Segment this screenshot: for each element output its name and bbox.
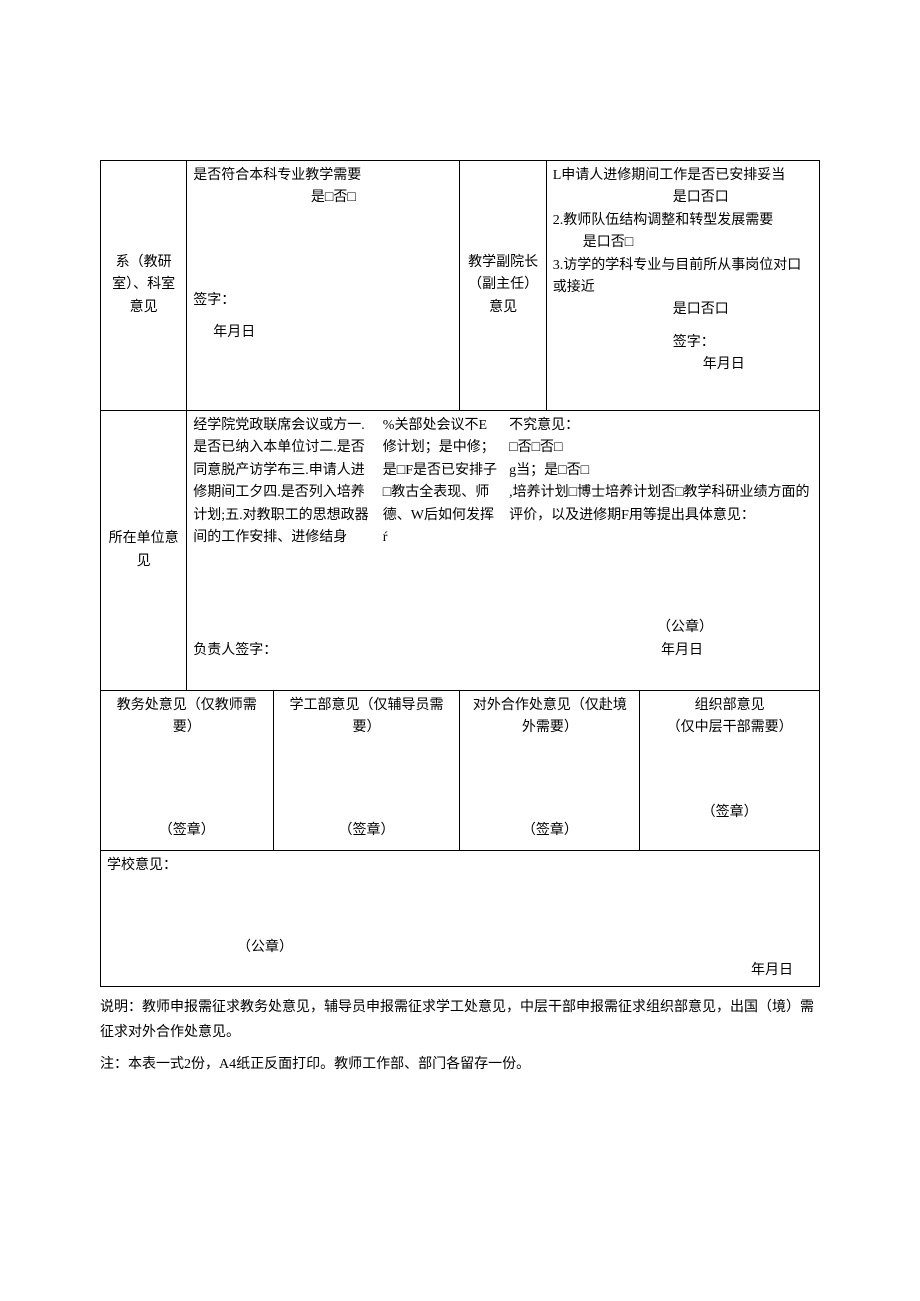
text: 经学院党政联席会议或方一.是否已纳入本单位讨二.是否同意脱产访学布三.申请人进修…: [187, 411, 377, 553]
header: 教务处意见（仅教师需要）: [107, 695, 267, 740]
xuegong-opinion: 学工部意见（仅辅导员需要） （签章）: [273, 691, 460, 851]
footer-explanation: 说明：教师申报需征求教务处意见，辅导员申报需征求学工处意见，中层干部申报需征求组…: [100, 995, 820, 1045]
jiaowu-opinion: 教务处意见（仅教师需要） （签章）: [101, 691, 274, 851]
signature-label: 签字：: [553, 332, 813, 354]
seal-label: （签章）: [646, 802, 813, 824]
table-row: 系（教研室）、科室意见 是否符合本科专业教学需要 是□否□ 签字： 年月日 教学…: [101, 161, 820, 411]
header: 组织部意见 （仅中层干部需要）: [646, 695, 813, 740]
unit-opinion-label: 所在单位意见: [101, 411, 187, 691]
vice-dean-content: L申请人进修期间工作是否已安排妥当 是口否口 2.教师队伍结构调整和转型发展需要…: [546, 161, 819, 411]
text: 是口否□: [553, 232, 813, 254]
table-row: 所在单位意见 经学院党政联席会议或方一.是否已纳入本单位讨二.是否同意脱产访学布…: [101, 411, 820, 691]
text: 是否符合本科专业教学需要: [193, 165, 453, 187]
text: 是□否□: [193, 187, 453, 209]
date-label: 年月日: [553, 354, 813, 376]
text: 2.教师队伍结构调整和转型发展需要: [553, 210, 813, 232]
text: 3.访学的学科专业与目前所从事岗位对口或接近: [553, 255, 813, 300]
header: 学工部意见（仅辅导员需要）: [280, 695, 454, 740]
signature-label: 签字：: [193, 290, 453, 312]
vice-dean-label: 教学副院长（副主任）意见: [460, 161, 546, 411]
foreign-opinion: 对外合作处意见（仅赴境外需要） （签章）: [460, 691, 640, 851]
text: 是口否口: [553, 299, 813, 321]
label: 学校意见：: [107, 855, 813, 877]
seal-label: （签章）: [280, 820, 454, 842]
seal-label: （公章）: [107, 937, 813, 959]
footer-note: 注：本表一式2份，A4纸正反面打印。教师工作部、部门各留存一份。: [100, 1052, 820, 1077]
table-row: 学校意见： （公章） 年月日: [101, 851, 820, 987]
dept-opinion-label: 系（教研室）、科室意见: [101, 161, 187, 411]
table-row: 教务处意见（仅教师需要） （签章） 学工部意见（仅辅导员需要） （签章） 对外合…: [101, 691, 820, 851]
seal-label: （公章）: [193, 617, 813, 639]
seal-label: （签章）: [466, 820, 633, 842]
text: 不究意见： □否□否□ g当；是□否□ ,培养计划□博士培养计划否□教学科研业绩…: [503, 411, 819, 553]
date-label: 年月日: [193, 322, 453, 344]
date-label: 年月日: [107, 960, 813, 982]
school-opinion: 学校意见： （公章） 年月日: [101, 851, 820, 987]
signature-label: 负责人签字：: [193, 640, 379, 662]
seal-label: （签章）: [107, 820, 267, 842]
approval-form-table: 系（教研室）、科室意见 是否符合本科专业教学需要 是□否□ 签字： 年月日 教学…: [100, 160, 820, 987]
zuzhi-opinion: 组织部意见 （仅中层干部需要） （签章）: [640, 691, 820, 851]
text: L申请人进修期间工作是否已安排妥当: [553, 165, 813, 187]
header: 对外合作处意见（仅赴境外需要）: [466, 695, 633, 740]
text: %关部处会议不E修计划；是中修；是□F是否已安排子□教古全表现、师德、W后如何发…: [377, 411, 503, 553]
text: 是口否口: [553, 187, 813, 209]
dept-opinion-content: 是否符合本科专业教学需要 是□否□ 签字： 年月日: [187, 161, 460, 411]
date-label: 年月日: [379, 640, 813, 662]
unit-opinion-content: 经学院党政联席会议或方一.是否已纳入本单位讨二.是否同意脱产访学布三.申请人进修…: [187, 411, 820, 691]
